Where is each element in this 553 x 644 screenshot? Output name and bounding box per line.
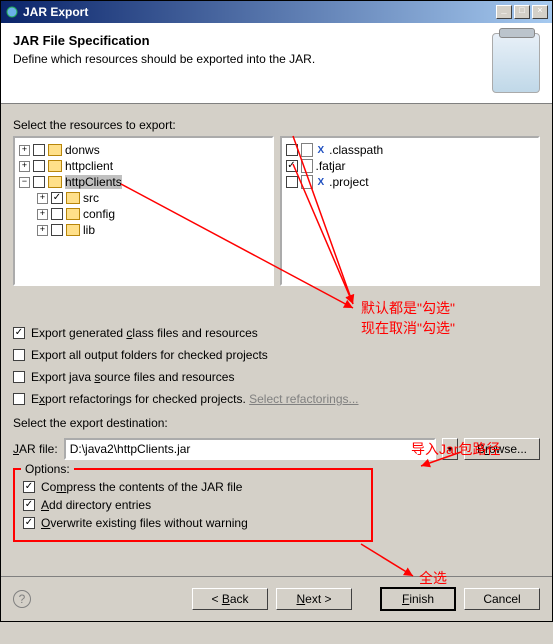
tree-label[interactable]: src (83, 191, 99, 205)
tree-pane[interactable]: + donws + httpclient − httpClients (13, 136, 274, 286)
wizard-header: JAR File Specification Define which reso… (1, 23, 552, 104)
file-pane[interactable]: X .classpath .fatjar X .project (280, 136, 541, 286)
checkbox[interactable] (13, 327, 25, 339)
folder-icon (48, 144, 62, 156)
checkbox-label: Export java source files and resources (31, 370, 234, 384)
next-button[interactable]: Next > (276, 588, 352, 610)
checkbox[interactable] (286, 160, 298, 172)
opt-export-java-source: Export java source files and resources (13, 370, 540, 384)
tree-item-src: + src (19, 190, 268, 206)
checkbox[interactable] (51, 192, 63, 204)
package-icon (66, 192, 80, 204)
checkbox-label: Compress the contents of the JAR file (41, 480, 242, 494)
resources-label: Select the resources to export: (13, 118, 540, 132)
checkbox[interactable] (33, 176, 45, 188)
opt-overwrite: Overwrite existing files without warning (23, 516, 363, 530)
page-subtitle: Define which resources should be exporte… (13, 52, 492, 66)
expand-toggle[interactable]: + (37, 209, 48, 220)
page-title: JAR File Specification (13, 33, 492, 48)
jar-file-combo[interactable]: D:\java2\httpClients.jar (64, 438, 436, 460)
opt-export-output-folders: Export all output folders for checked pr… (13, 348, 540, 362)
expand-toggle[interactable]: + (37, 193, 48, 204)
file-item-classpath: X .classpath (286, 142, 535, 158)
file-item-fatjar: .fatjar (286, 158, 535, 174)
jar-file-label: JAR file: (13, 442, 58, 456)
dropdown-arrow-icon[interactable]: ▼ (442, 438, 458, 460)
checkbox[interactable] (23, 499, 35, 511)
tree-label[interactable]: httpClients (65, 175, 122, 189)
checkbox[interactable] (33, 160, 45, 172)
opt-compress: Compress the contents of the JAR file (23, 480, 363, 494)
file-label[interactable]: .project (329, 175, 368, 189)
jar-file-value: D:\java2\httpClients.jar (70, 442, 430, 456)
checkbox-label: Export all output folders for checked pr… (31, 348, 268, 362)
resource-panes: + donws + httpclient − httpClients (13, 136, 540, 286)
select-refactorings-link[interactable]: Select refactorings... (249, 392, 358, 406)
checkbox[interactable] (51, 208, 63, 220)
browse-button[interactable]: Browse... (464, 438, 540, 460)
file-item-project: X .project (286, 174, 535, 190)
checkbox-label: Overwrite existing files without warning (41, 516, 248, 530)
app-icon (5, 5, 19, 19)
file-label[interactable]: .fatjar (316, 159, 346, 173)
opt-export-class-files: Export generated class files and resourc… (13, 326, 540, 340)
tree-label[interactable]: httpclient (65, 159, 113, 173)
tree-item-donws: + donws (19, 142, 268, 158)
checkbox[interactable] (286, 176, 298, 188)
expand-toggle[interactable]: + (37, 225, 48, 236)
folder-icon (48, 160, 62, 172)
tree-label[interactable]: lib (83, 223, 95, 237)
opt-export-refactorings: Export refactorings for checked projects… (13, 392, 540, 406)
window-title: JAR Export (23, 5, 496, 19)
titlebar: JAR Export _ □ × (1, 1, 552, 23)
maximize-button[interactable]: □ (514, 5, 530, 19)
cancel-button[interactable]: Cancel (464, 588, 540, 610)
tree-item-httpclients: − httpClients (19, 174, 268, 190)
checkbox[interactable] (23, 517, 35, 529)
tree-label[interactable]: config (83, 207, 115, 221)
folder-icon (48, 176, 62, 188)
jar-icon (492, 33, 540, 93)
options-group-title: Options: (21, 462, 74, 476)
button-bar: ? < Back Next > Finish Cancel (1, 576, 552, 621)
file-icon (301, 143, 313, 157)
folder-icon (66, 208, 80, 220)
tree-item-httpclient: + httpclient (19, 158, 268, 174)
finish-button[interactable]: Finish (380, 587, 456, 611)
tree-item-config: + config (19, 206, 268, 222)
file-icon (301, 159, 313, 173)
checkbox[interactable] (33, 144, 45, 156)
tree-item-lib: + lib (19, 222, 268, 238)
checkbox[interactable] (286, 144, 298, 156)
checkbox[interactable] (13, 371, 25, 383)
checkbox-label: Add directory entries (41, 498, 151, 512)
destination-label: Select the export destination: (13, 416, 540, 430)
options-group: Options: Compress the contents of the JA… (13, 468, 373, 542)
opt-add-directory: Add directory entries (23, 498, 363, 512)
help-icon[interactable]: ? (13, 590, 31, 608)
expand-toggle[interactable]: + (19, 145, 30, 156)
back-button[interactable]: < Back (192, 588, 268, 610)
checkbox-label: Export refactorings for checked projects… (31, 392, 359, 406)
checkbox[interactable] (13, 349, 25, 361)
tree-label[interactable]: donws (65, 143, 100, 157)
minimize-button[interactable]: _ (496, 5, 512, 19)
file-icon (301, 175, 313, 189)
checkbox-label: Export generated class files and resourc… (31, 326, 258, 340)
folder-icon (66, 224, 80, 236)
checkbox[interactable] (13, 393, 25, 405)
expand-toggle[interactable]: + (19, 161, 30, 172)
checkbox[interactable] (51, 224, 63, 236)
close-button[interactable]: × (532, 5, 548, 19)
expand-toggle[interactable]: − (19, 177, 30, 188)
checkbox[interactable] (23, 481, 35, 493)
file-label[interactable]: .classpath (329, 143, 383, 157)
